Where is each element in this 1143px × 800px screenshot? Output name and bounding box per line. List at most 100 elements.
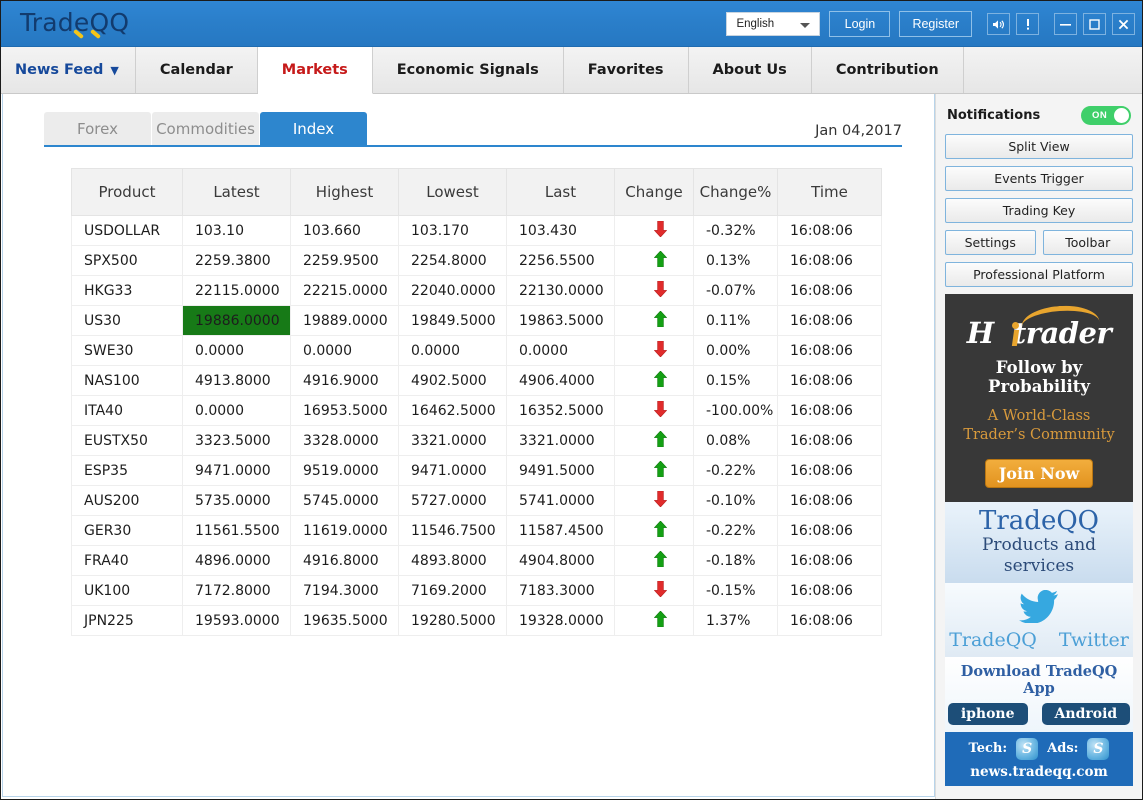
register-button[interactable]: Register [899, 11, 972, 37]
cell-latest: 2259.3800 [182, 245, 291, 276]
cell-time: 16:08:06 [777, 395, 882, 426]
arrow-down-icon [653, 220, 667, 240]
column-header-product[interactable]: Product [71, 168, 183, 216]
tab-commodities[interactable]: Commodities [152, 112, 259, 145]
cell-latest: 9471.0000 [182, 455, 291, 486]
nav-item-contribution[interactable]: Contribution [812, 47, 964, 93]
column-header-change-pct[interactable]: Change% [693, 168, 778, 216]
close-icon[interactable] [1112, 13, 1135, 35]
cell-product: US30 [71, 305, 183, 336]
products-banner-subtitle: Products and services [981, 535, 1097, 576]
join-now-button[interactable]: Join Now [985, 458, 1093, 488]
nav-item-economic-signals[interactable]: Economic Signals [373, 47, 564, 93]
nav-item-about-us[interactable]: About Us [689, 47, 812, 93]
table-row[interactable]: ITA40 0.0000 16953.5000 16462.5000 16352.500… [71, 395, 882, 426]
cell-time: 16:08:06 [777, 215, 882, 246]
cell-highest: 22215.0000 [290, 275, 399, 306]
cell-change [614, 425, 694, 456]
table-row[interactable]: NAS100 4913.8000 4916.9000 4902.5000 4906.40… [71, 365, 882, 396]
right-sidebar: Notifications ON Split View Events Trigg… [935, 94, 1142, 799]
arrow-down-icon [653, 490, 667, 510]
professional-platform-button[interactable]: Professional Platform [945, 262, 1133, 287]
cell-highest: 4916.9000 [290, 365, 399, 396]
cell-last: 22130.0000 [506, 275, 615, 306]
nav-item-calendar[interactable]: Calendar [136, 47, 258, 93]
cell-change-percent: 1.37% [693, 605, 778, 636]
notifications-label: Notifications [947, 108, 1041, 123]
cell-latest: 0.0000 [182, 395, 291, 426]
cell-latest: 11561.5500 [182, 515, 291, 546]
download-app-banner: Download TradeQQ App iphone Android [945, 656, 1133, 732]
cell-lowest: 16462.5000 [398, 395, 507, 426]
tab-forex[interactable]: Forex [44, 112, 151, 145]
cell-last: 2256.5500 [506, 245, 615, 276]
table-row[interactable]: FRA40 4896.0000 4916.8000 4893.8000 4904.800… [71, 545, 882, 576]
login-button[interactable]: Login [829, 11, 891, 37]
cell-highest: 16953.5000 [290, 395, 399, 426]
table-row[interactable]: AUS200 5735.0000 5745.0000 5727.0000 5741.00… [71, 485, 882, 516]
table-row[interactable]: HKG33 22115.0000 22215.0000 22040.0000 22130… [71, 275, 882, 306]
speaker-icon[interactable] [987, 13, 1010, 35]
cell-lowest: 3321.0000 [398, 425, 507, 456]
toolbar-button[interactable]: Toolbar [1042, 230, 1133, 255]
split-view-button[interactable]: Split View [945, 134, 1133, 159]
hitrader-ad-banner[interactable]: H trader Follow by Probability A World-C… [945, 294, 1133, 502]
tab-index[interactable]: Index [260, 112, 367, 145]
nav-item-news-feed[interactable]: News Feed ▼ [1, 47, 136, 93]
cell-change-percent: 0.13% [693, 245, 778, 276]
column-header-last[interactable]: Last [506, 168, 615, 216]
title-bar-controls: English Login Register [726, 1, 1135, 47]
cell-lowest: 103.170 [398, 215, 507, 246]
table-row[interactable]: EUSTX50 3323.5000 3328.0000 3321.0000 3321.0… [71, 425, 882, 456]
column-header-change[interactable]: Change [614, 168, 694, 216]
cell-change-percent: 0.15% [693, 365, 778, 396]
column-header-highest[interactable]: Highest [290, 168, 399, 216]
android-download-button[interactable]: Android [1041, 702, 1131, 725]
maximize-icon[interactable] [1083, 13, 1106, 35]
minimize-icon[interactable] [1054, 13, 1077, 35]
cell-last: 9491.5000 [506, 455, 615, 486]
twitter-banner-left-label: TradeQQ [949, 628, 1037, 651]
settings-button[interactable]: Settings [945, 230, 1036, 255]
column-header-lowest[interactable]: Lowest [398, 168, 507, 216]
contact-row: Tech: S Ads: S [945, 737, 1133, 760]
nav-item-favorites[interactable]: Favorites [564, 47, 689, 93]
table-row[interactable]: UK100 7172.8000 7194.3000 7169.2000 7183.300… [71, 575, 882, 606]
cell-change-percent: -0.22% [693, 515, 778, 546]
table-row[interactable]: SWE30 0.0000 0.0000 0.0000 0.0000 0.00% 16:08:… [71, 335, 882, 366]
notifications-toggle[interactable]: ON [1081, 106, 1131, 125]
table-row[interactable]: SPX500 2259.3800 2259.9500 2254.8000 2256.55… [71, 245, 882, 276]
quotes-table: Product Latest Highest Lowest Last Chang… [71, 168, 882, 636]
events-trigger-button[interactable]: Events Trigger [945, 166, 1133, 191]
chevron-down-icon: ▼ [110, 63, 119, 77]
cell-latest: 0.0000 [182, 335, 291, 366]
cell-product: UK100 [71, 575, 183, 606]
skype-icon-ads[interactable]: S [1087, 737, 1110, 760]
twitter-banner[interactable]: TradeQQ Twitter [945, 583, 1133, 657]
column-header-time[interactable]: Time [777, 168, 882, 216]
table-row[interactable]: ESP35 9471.0000 9519.0000 9471.0000 9491.500… [71, 455, 882, 486]
runner-figure-icon [1011, 322, 1020, 346]
table-row[interactable]: US30 19886.0000 19889.0000 19849.5000 19863.… [71, 305, 882, 336]
cell-highest: 9519.0000 [290, 455, 399, 486]
table-row[interactable]: JPN225 19593.0000 19635.5000 19280.5000 1932… [71, 605, 882, 636]
nav-item-markets[interactable]: Markets [257, 47, 373, 94]
skype-icon-tech[interactable]: S [1016, 737, 1039, 760]
column-header-latest[interactable]: Latest [182, 168, 291, 216]
exclamation-icon[interactable] [1016, 13, 1039, 35]
cell-change [614, 365, 694, 396]
cell-latest: 22115.0000 [182, 275, 291, 306]
cell-time: 16:08:06 [777, 365, 882, 396]
language-select[interactable]: English [726, 12, 821, 36]
cell-highest: 19889.0000 [290, 305, 399, 336]
contact-banner: Tech: S Ads: S news.tradeqq.com [945, 731, 1133, 786]
cell-lowest: 0.0000 [398, 335, 507, 366]
products-banner[interactable]: TradeQQ Products and services [945, 501, 1133, 584]
cell-change-percent: -0.15% [693, 575, 778, 606]
table-row[interactable]: USDOLLAR 103.10 103.660 103.170 103.430 -0.32… [71, 215, 882, 246]
iphone-download-button[interactable]: iphone [947, 702, 1028, 725]
trading-key-button[interactable]: Trading Key [945, 198, 1133, 223]
table-row[interactable]: GER30 11561.5500 11619.0000 11546.7500 11587… [71, 515, 882, 546]
cell-latest: 3323.5000 [182, 425, 291, 456]
cell-change-percent: 0.08% [693, 425, 778, 456]
